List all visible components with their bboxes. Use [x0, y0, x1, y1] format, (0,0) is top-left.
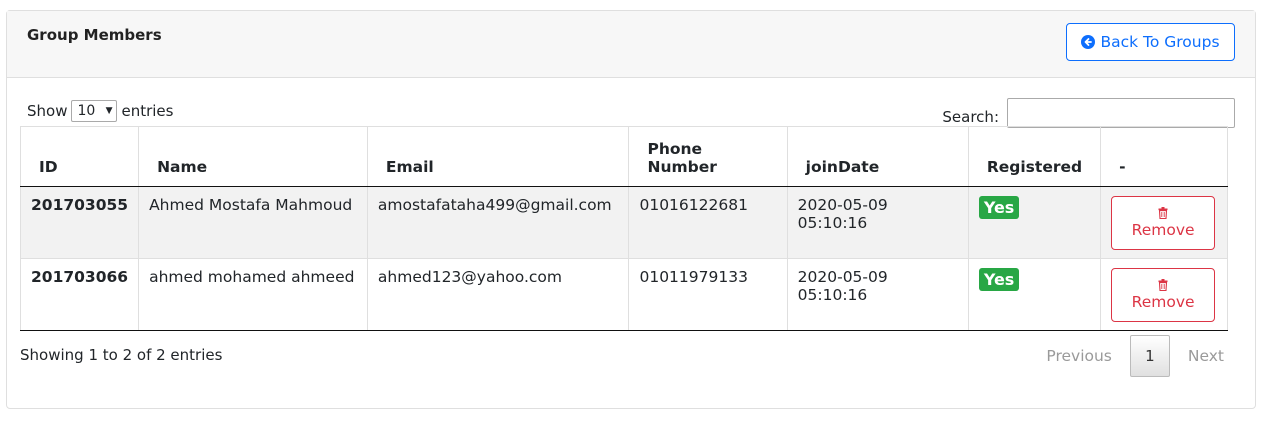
cell-phone: 01011979133 [628, 258, 788, 331]
column-header-id[interactable]: ID [19, 126, 140, 187]
entries-label: entries [121, 102, 174, 120]
length-control: Show 10 ▼ entries [27, 100, 173, 122]
remove-button[interactable]: Remove [1111, 196, 1216, 250]
table-info: Showing 1 to 2 of 2 entries [20, 346, 223, 364]
cell-actions: Remove [1100, 258, 1228, 331]
previous-page-button[interactable]: Previous [1028, 347, 1130, 365]
card-header: Group Members Back To Groups [7, 11, 1255, 78]
page-title: Group Members [27, 26, 162, 44]
column-header-name[interactable]: Name [138, 126, 368, 187]
entries-length-value: 10 [77, 103, 96, 119]
remove-button[interactable]: Remove [1111, 268, 1216, 322]
cell-join-date: 2020-05-09 05:10:16 [786, 186, 969, 259]
registered-badge: Yes [978, 268, 1020, 291]
column-header-phone[interactable]: Phone Number [628, 126, 788, 187]
back-to-groups-label: Back To Groups [1100, 33, 1220, 51]
remove-label: Remove [1131, 221, 1195, 239]
cell-join-date: 2020-05-09 05:10:16 [786, 258, 969, 331]
members-table: ID Name Email Phone Number joinDate Regi… [19, 126, 1228, 331]
trash-icon [1158, 207, 1168, 219]
registered-badge: Yes [978, 196, 1020, 219]
cell-id: 201703055 [19, 186, 140, 259]
search-control: Search: [942, 98, 1235, 128]
cell-name: ahmed mohamed ahmeed [138, 258, 368, 331]
cell-phone: 01016122681 [628, 186, 788, 259]
cell-email: ahmed123@yahoo.com [366, 258, 630, 331]
cell-name: Ahmed Mostafa Mahmoud [138, 186, 368, 259]
column-header-actions: - [1100, 126, 1228, 187]
table-header-row: ID Name Email Phone Number joinDate Regi… [19, 126, 1228, 187]
cell-id: 201703066 [19, 258, 140, 331]
next-page-button[interactable]: Next [1170, 347, 1242, 365]
page-1-button[interactable]: 1 [1129, 335, 1170, 377]
pagination: Previous 1 Next [1028, 335, 1242, 377]
trash-icon [1158, 279, 1168, 291]
table-row: 201703066 ahmed mohamed ahmeed ahmed123@… [19, 258, 1228, 331]
back-to-groups-button[interactable]: Back To Groups [1066, 23, 1235, 61]
table-row: 201703055 Ahmed Mostafa Mahmoud amostafa… [19, 186, 1228, 259]
cell-registered: Yes [967, 186, 1102, 259]
cell-registered: Yes [967, 258, 1102, 331]
cell-email: amostafataha499@gmail.com [366, 186, 630, 259]
show-label: Show [27, 102, 68, 120]
search-label: Search: [942, 108, 999, 126]
column-header-registered[interactable]: Registered [967, 126, 1102, 187]
circle-arrow-left-icon [1081, 35, 1096, 49]
column-header-join-date[interactable]: joinDate [786, 126, 969, 187]
cell-actions: Remove [1100, 186, 1228, 259]
entries-length-select[interactable]: 10 ▼ [71, 100, 118, 122]
remove-label: Remove [1131, 293, 1195, 311]
column-header-email[interactable]: Email [366, 126, 630, 187]
search-input[interactable] [1007, 98, 1235, 128]
caret-down-icon: ▼ [105, 106, 113, 116]
